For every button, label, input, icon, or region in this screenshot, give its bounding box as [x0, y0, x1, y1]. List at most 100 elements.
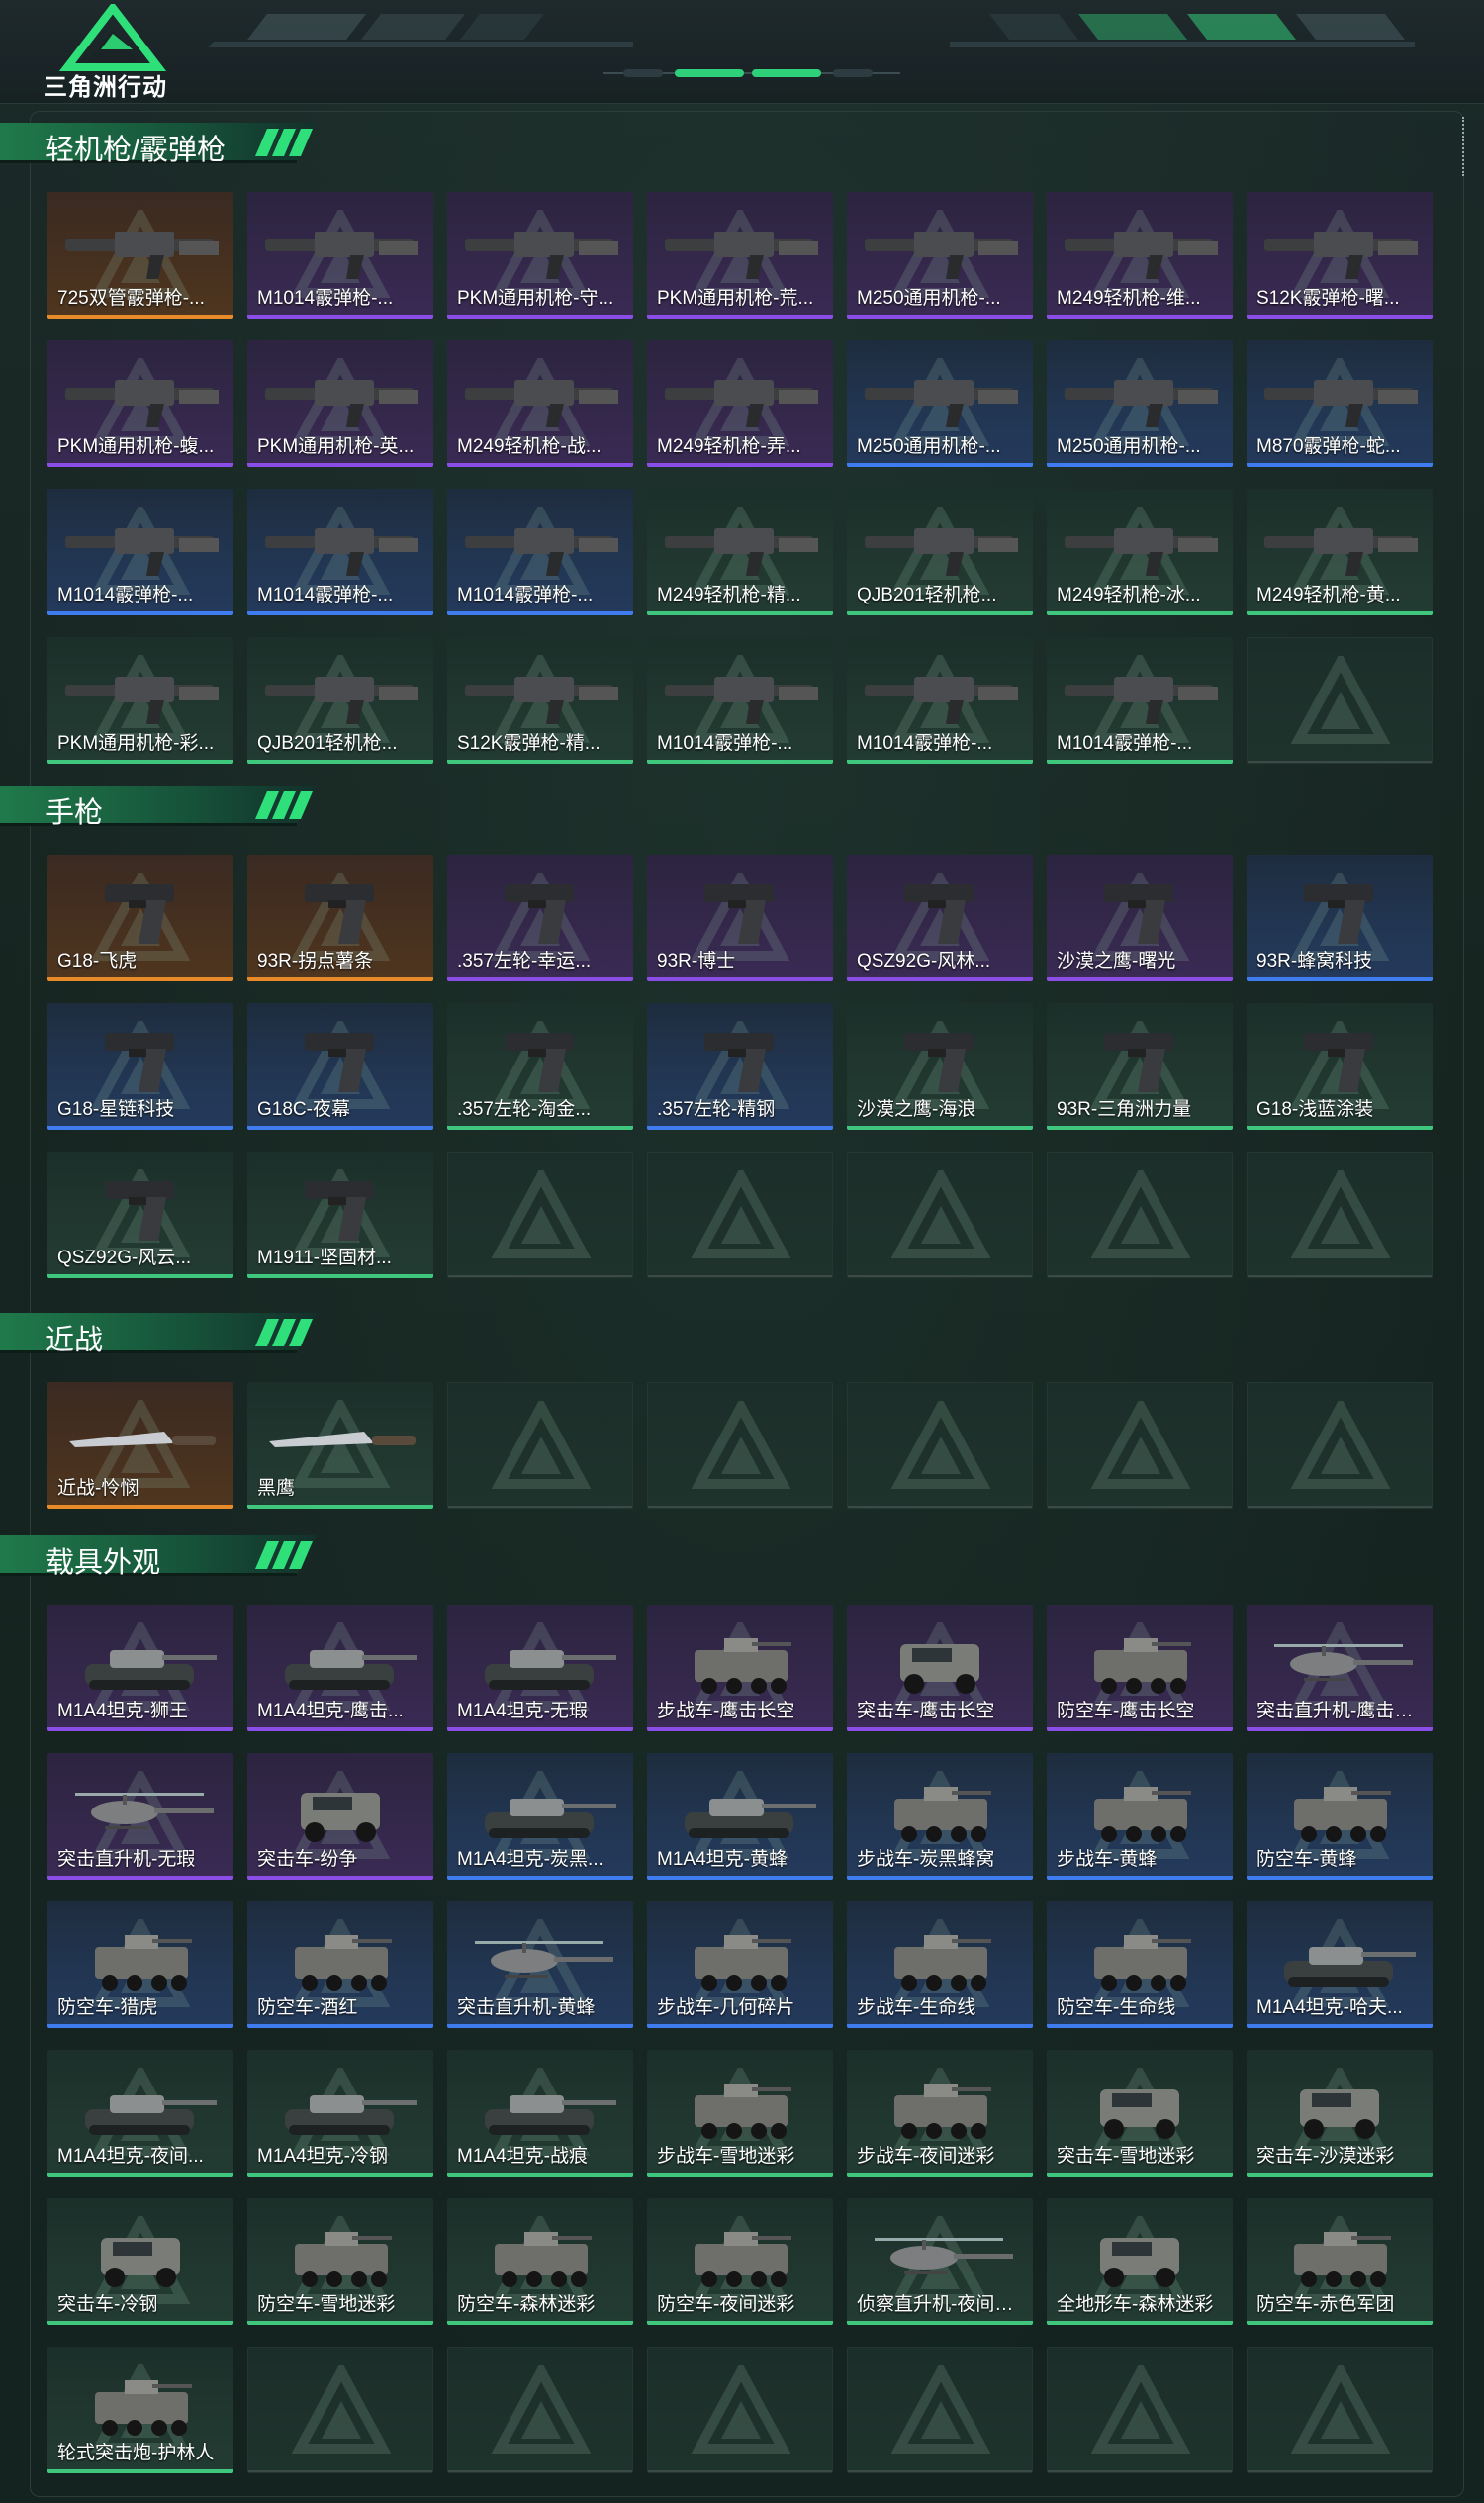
- item-card[interactable]: 防空车-森林迷彩: [447, 2198, 633, 2325]
- item-card[interactable]: M1A4坦克-黄蜂: [647, 1753, 833, 1880]
- item-card[interactable]: M1A4坦克-哈夫...: [1247, 1901, 1433, 2028]
- item-card[interactable]: M1A4坦克-鹰击...: [247, 1605, 433, 1731]
- item-card[interactable]: M1014霰弹枪-...: [47, 489, 233, 615]
- item-card[interactable]: 93R-博士: [647, 855, 833, 981]
- item-card[interactable]: M249轻机枪-黄...: [1247, 489, 1433, 615]
- item-card[interactable]: .357左轮-精钢: [647, 1003, 833, 1130]
- item-card[interactable]: 步战车-夜间迷彩: [847, 2050, 1033, 2177]
- item-card[interactable]: M1014霰弹枪-...: [247, 192, 433, 319]
- item-label: .357左轮-淘金...: [457, 1099, 592, 1120]
- item-card[interactable]: QJB201轻机枪...: [847, 489, 1033, 615]
- rarity-bar: [1248, 1275, 1432, 1277]
- rarity-bar: [47, 1727, 233, 1731]
- item-card[interactable]: M249轻机枪-冰...: [1047, 489, 1233, 615]
- rarity-bar: [647, 611, 833, 615]
- item-card[interactable]: 步战车-生命线: [847, 1901, 1033, 2028]
- item-card[interactable]: 防空车-酒红: [247, 1901, 433, 2028]
- item-card[interactable]: M1014霰弹枪-...: [647, 637, 833, 764]
- item-label: PKM通用机枪-蝮...: [57, 436, 215, 457]
- item-card[interactable]: 突击直升机-鹰击长...: [1247, 1605, 1433, 1731]
- rarity-bar: [447, 1876, 633, 1880]
- item-card[interactable]: M1A4坦克-炭黑...: [447, 1753, 633, 1880]
- item-card[interactable]: M250通用机枪-...: [847, 192, 1033, 319]
- item-card[interactable]: 沙漠之鹰-曙光: [1047, 855, 1233, 981]
- item-card[interactable]: 突击车-雪地迷彩: [1047, 2050, 1233, 2177]
- item-card[interactable]: 防空车-夜间迷彩: [647, 2198, 833, 2325]
- item-card[interactable]: M1014霰弹枪-...: [1047, 637, 1233, 764]
- item-card[interactable]: M1A4坦克-无瑕: [447, 1605, 633, 1731]
- item-card[interactable]: PKM通用机枪-荒...: [647, 192, 833, 319]
- item-card[interactable]: 步战车-炭黑蜂窝: [847, 1753, 1033, 1880]
- item-card[interactable]: 步战车-雪地迷彩: [647, 2050, 833, 2177]
- item-card[interactable]: G18-星链科技: [47, 1003, 233, 1130]
- rarity-bar: [47, 977, 233, 981]
- item-card[interactable]: M1A4坦克-冷钢: [247, 2050, 433, 2177]
- item-card[interactable]: 突击直升机-无瑕: [47, 1753, 233, 1880]
- item-card[interactable]: G18-浅蓝涂装: [1247, 1003, 1433, 1130]
- item-card[interactable]: 93R-蜂窝科技: [1247, 855, 1433, 981]
- rarity-bar: [1047, 977, 1233, 981]
- item-card[interactable]: G18-飞虎: [47, 855, 233, 981]
- item-card[interactable]: 近战-怜悯: [47, 1382, 233, 1509]
- item-card[interactable]: 步战车-黄蜂: [1047, 1753, 1233, 1880]
- item-card[interactable]: M1014霰弹枪-...: [247, 489, 433, 615]
- item-card[interactable]: 725双管霰弹枪-...: [47, 192, 233, 319]
- item-card[interactable]: M249轻机枪-精...: [647, 489, 833, 615]
- item-card[interactable]: PKM通用机枪-守...: [447, 192, 633, 319]
- item-card[interactable]: 突击车-鹰击长空: [847, 1605, 1033, 1731]
- empty-slot: [447, 2347, 633, 2473]
- item-card[interactable]: PKM通用机枪-蝮...: [47, 340, 233, 467]
- item-card[interactable]: QSZ92G-风林...: [847, 855, 1033, 981]
- item-card[interactable]: PKM通用机枪-彩...: [47, 637, 233, 764]
- delta-emblem-icon: [491, 2361, 592, 2464]
- item-card[interactable]: M1A4坦克-狮王: [47, 1605, 233, 1731]
- rarity-bar: [247, 1126, 433, 1130]
- item-card[interactable]: 突击直升机-黄蜂: [447, 1901, 633, 2028]
- item-card[interactable]: 防空车-鹰击长空: [1047, 1605, 1233, 1731]
- item-card[interactable]: PKM通用机枪-英...: [247, 340, 433, 467]
- item-card[interactable]: 全地形车-森林迷彩: [1047, 2198, 1233, 2325]
- item-card[interactable]: 步战车-鹰击长空: [647, 1605, 833, 1731]
- rarity-bar: [47, 463, 233, 467]
- rarity-bar: [447, 2321, 633, 2325]
- item-card[interactable]: M870霰弹枪-蛇...: [1247, 340, 1433, 467]
- item-card[interactable]: 93R-拐点薯条: [247, 855, 433, 981]
- item-card[interactable]: 防空车-雪地迷彩: [247, 2198, 433, 2325]
- item-card[interactable]: M1A4坦克-战痕: [447, 2050, 633, 2177]
- item-card[interactable]: M1014霰弹枪-...: [447, 489, 633, 615]
- item-card[interactable]: 侦察直升机-夜间迷...: [847, 2198, 1033, 2325]
- item-card[interactable]: 沙漠之鹰-海浪: [847, 1003, 1033, 1130]
- item-card[interactable]: S12K霰弹枪-精...: [447, 637, 633, 764]
- item-card[interactable]: 防空车-生命线: [1047, 1901, 1233, 2028]
- item-card[interactable]: 93R-三角洲力量: [1047, 1003, 1233, 1130]
- empty-slot: [1247, 2347, 1433, 2473]
- item-card[interactable]: S12K霰弹枪-曙...: [1247, 192, 1433, 319]
- item-card[interactable]: M249轻机枪-弄...: [647, 340, 833, 467]
- item-card[interactable]: 突击车-纷争: [247, 1753, 433, 1880]
- item-card[interactable]: M1014霰弹枪-...: [847, 637, 1033, 764]
- item-card[interactable]: M249轻机枪-战...: [447, 340, 633, 467]
- item-card[interactable]: M1A4坦克-夜间...: [47, 2050, 233, 2177]
- empty-slot: [847, 1152, 1033, 1278]
- item-card[interactable]: M250通用机枪-...: [847, 340, 1033, 467]
- item-card[interactable]: G18C-夜幕: [247, 1003, 433, 1130]
- item-card[interactable]: M1911-坚固材...: [247, 1152, 433, 1278]
- item-card[interactable]: 突击车-沙漠迷彩: [1247, 2050, 1433, 2177]
- item-card[interactable]: M250通用机枪-...: [1047, 340, 1233, 467]
- item-card[interactable]: 黑鹰: [247, 1382, 433, 1509]
- item-card[interactable]: .357左轮-幸运...: [447, 855, 633, 981]
- item-card[interactable]: 防空车-黄蜂: [1247, 1753, 1433, 1880]
- item-card[interactable]: QSZ92G-风云...: [47, 1152, 233, 1278]
- empty-slot: [647, 2347, 833, 2473]
- item-card[interactable]: 防空车-猎虎: [47, 1901, 233, 2028]
- rarity-bar: [648, 1275, 832, 1277]
- item-card[interactable]: .357左轮-淘金...: [447, 1003, 633, 1130]
- item-card[interactable]: 防空车-赤色军团: [1247, 2198, 1433, 2325]
- item-card[interactable]: 突击车-冷钢: [47, 2198, 233, 2325]
- scrollbar[interactable]: [1462, 117, 1466, 176]
- item-card[interactable]: QJB201轻机枪...: [247, 637, 433, 764]
- item-card[interactable]: 步战车-几何碎片: [647, 1901, 833, 2028]
- item-card[interactable]: M249轻机枪-维...: [1047, 192, 1233, 319]
- item-label: 步战车-雪地迷彩: [657, 2146, 795, 2167]
- item-card[interactable]: 轮式突击炮-护林人: [47, 2347, 233, 2473]
